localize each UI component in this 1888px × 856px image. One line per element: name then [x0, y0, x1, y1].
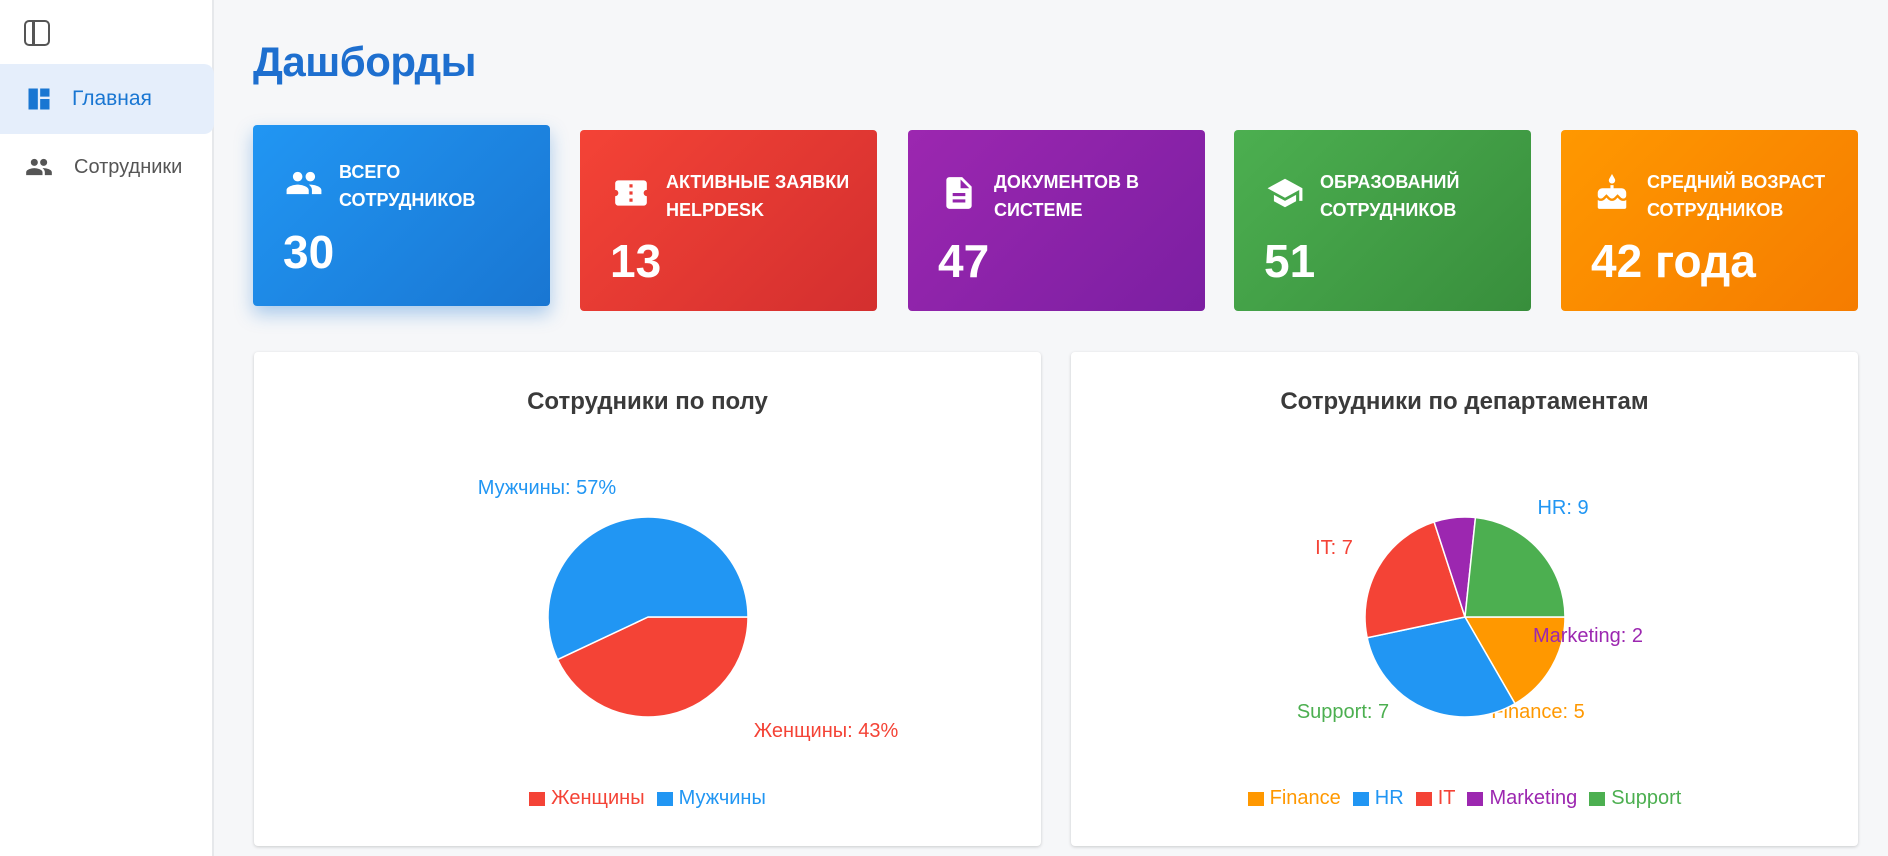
legend-item-женщины[interactable]: Женщины — [529, 787, 645, 810]
sidebar-item-label: Главная — [72, 87, 152, 110]
legend-label: Мужчины — [678, 787, 766, 809]
sidebar-item-employees[interactable]: Сотрудники — [0, 132, 214, 202]
pie-slice-label: IT: 7 — [1315, 537, 1353, 559]
legend-label: HR — [1374, 787, 1404, 809]
stat-card-label: ВСЕГО СОТРУДНИКОВ — [339, 162, 476, 210]
stat-card-label: ДОКУМЕНТОВ В СИСТЕМЕ — [994, 172, 1140, 220]
chart-legend: Finance HR IT Marketing Support — [1071, 787, 1858, 812]
pie-slice-label: Marketing: 2 — [1533, 625, 1643, 647]
stat-card-documents[interactable]: ДОКУМЕНТОВ В СИСТЕМЕ 47 — [908, 130, 1205, 311]
legend-swatch — [1589, 791, 1606, 806]
legend-label: Marketing — [1489, 787, 1578, 809]
department-pie-chart: Finance: 5HR: 9IT: 7Marketing: 2Support:… — [1297, 497, 1643, 723]
stat-card-education[interactable]: ОБРАЗОВАНИЙ СОТРУДНИКОВ 51 — [1234, 130, 1531, 311]
stat-card-value: 30 — [283, 226, 335, 278]
legend-swatch — [1467, 791, 1484, 806]
dashboard-icon — [24, 84, 54, 114]
legend-label: Женщины — [551, 787, 645, 809]
legend-label: Finance — [1269, 787, 1341, 809]
chart-legend: Женщины Мужчины — [254, 787, 1041, 812]
sidebar-toggle-icon[interactable] — [24, 20, 50, 46]
stat-card-value: 13 — [610, 235, 662, 287]
sidebar-item-label: Сотрудники — [74, 155, 183, 178]
legend-swatch — [1352, 791, 1369, 806]
pie-slice-label: Support: 7 — [1297, 701, 1389, 723]
ticket-icon — [612, 174, 648, 210]
stat-card-value: 47 — [938, 235, 990, 287]
pie-slice-label: Женщины: 43% — [754, 720, 899, 742]
legend-label: IT — [1437, 787, 1456, 809]
cake-icon — [1593, 174, 1629, 210]
stat-card-label: ОБРАЗОВАНИЙ СОТРУДНИКОВ — [1320, 172, 1460, 220]
legend-item-marketing[interactable]: Marketing — [1467, 787, 1577, 810]
stat-card-employees[interactable]: ВСЕГО СОТРУДНИКОВ 30 — [253, 125, 550, 306]
pie-slice-support[interactable] — [1464, 516, 1566, 618]
legend-item-it[interactable]: IT — [1415, 787, 1456, 810]
people-icon — [285, 164, 322, 200]
legend-item-finance[interactable]: Finance — [1247, 787, 1341, 810]
legend-item-hr[interactable]: HR — [1352, 787, 1404, 810]
legend-label: Support — [1611, 787, 1682, 809]
graduation-cap-icon — [1266, 174, 1303, 210]
legend-swatch — [529, 791, 546, 806]
legend-item-support[interactable]: Support — [1589, 787, 1681, 810]
pie-slice-label: HR: 9 — [1537, 497, 1588, 519]
chart-panel-gender: Сотрудники по полу Женщины: 43% Мужчины: … — [254, 352, 1041, 846]
stat-card-helpdesk[interactable]: АКТИВНЫЕ ЗАЯВКИ HELPDESK 13 — [580, 130, 877, 311]
gender-pie-chart: Женщины: 43% Мужчины: 57% — [478, 477, 899, 742]
stat-card-average-age[interactable]: СРЕДНИЙ ВОЗРАСТ СОТРУДНИКОВ 42 года — [1561, 130, 1858, 311]
pie-slice-label: Мужчины: 57% — [478, 477, 617, 499]
stat-card-value: 42 года — [1591, 235, 1756, 287]
document-icon — [940, 174, 976, 210]
stat-card-label: АКТИВНЫЕ ЗАЯВКИ HELPDESK — [666, 172, 850, 220]
legend-swatch — [1247, 791, 1264, 806]
legend-swatch — [656, 791, 673, 806]
page-title: Дашборды — [253, 38, 477, 85]
sidebar: Главная Сотрудники — [0, 0, 214, 856]
chart-panel-departments: Сотрудники по департаментам Finance: 5 HR… — [1071, 352, 1858, 846]
people-icon — [24, 152, 54, 182]
legend-item-мужчины[interactable]: Мужчины — [656, 787, 766, 810]
stat-card-value: 51 — [1264, 235, 1316, 287]
stat-card-label: СРЕДНИЙ ВОЗРАСТ СОТРУДНИКОВ — [1647, 172, 1826, 220]
sidebar-item-home[interactable]: Главная — [0, 64, 214, 134]
legend-swatch — [1415, 791, 1432, 806]
